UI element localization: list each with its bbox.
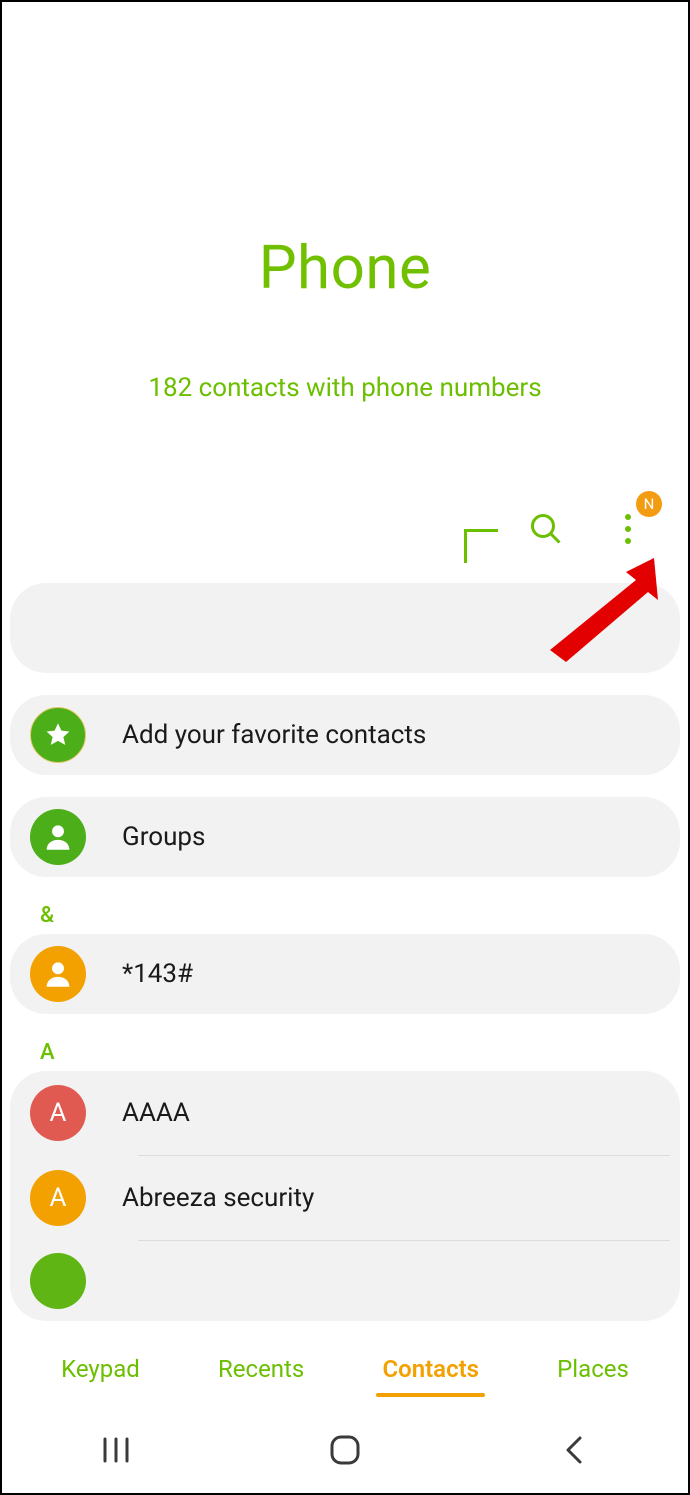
contact-name: Abreeza security <box>122 1183 314 1213</box>
contact-row-partial[interactable] <box>10 1241 680 1321</box>
tab-recents[interactable]: Recents <box>212 1347 310 1391</box>
header: Phone 182 contacts with phone numbers <box>2 2 688 403</box>
tab-contacts[interactable]: Contacts <box>376 1347 485 1391</box>
contact-row-aaaa[interactable]: A AAAA <box>10 1071 680 1155</box>
contacts-count: 182 contacts with phone numbers <box>2 373 688 403</box>
contact-row-abreeza[interactable]: A Abreeza security <box>10 1156 680 1240</box>
contacts-list[interactable]: Add your favorite contacts Groups & *143… <box>2 583 688 1321</box>
contact-row-143[interactable]: *143# <box>10 934 680 1014</box>
system-nav-bar <box>2 1407 688 1493</box>
avatar-initial: A <box>30 1170 86 1226</box>
back-icon <box>561 1435 587 1465</box>
person-icon <box>30 809 86 865</box>
contacts-group-a: A AAAA A Abreeza security <box>10 1071 680 1321</box>
contact-name: *143# <box>122 959 193 989</box>
section-header-amp: & <box>2 899 688 934</box>
groups-card[interactable]: Groups <box>10 797 680 877</box>
more-options-button[interactable]: N <box>608 509 648 549</box>
home-icon <box>328 1433 362 1467</box>
add-contact-button[interactable] <box>444 509 484 549</box>
home-button[interactable] <box>315 1430 375 1470</box>
recent-apps-button[interactable] <box>86 1430 146 1470</box>
recent-apps-icon <box>101 1437 131 1463</box>
kebab-icon <box>625 514 631 544</box>
action-bar: N <box>2 499 688 559</box>
phone-screen: Phone 182 contacts with phone numbers N <box>0 0 690 1495</box>
contact-name: AAAA <box>122 1098 190 1128</box>
app-title: Phone <box>2 232 688 303</box>
my-profile-card[interactable] <box>10 583 680 673</box>
search-icon <box>528 511 564 547</box>
tab-places[interactable]: Places <box>551 1347 635 1391</box>
tab-keypad[interactable]: Keypad <box>55 1347 146 1391</box>
avatar-initial <box>30 1253 86 1309</box>
section-header-a: A <box>2 1036 688 1071</box>
favorites-label: Add your favorite contacts <box>122 720 426 750</box>
search-button[interactable] <box>526 509 566 549</box>
bottom-tabs: Keypad Recents Contacts Places <box>2 1337 688 1407</box>
star-icon <box>30 707 86 763</box>
person-icon <box>30 946 86 1002</box>
avatar-initial: A <box>30 1085 86 1141</box>
groups-label: Groups <box>122 822 205 852</box>
back-button[interactable] <box>544 1430 604 1470</box>
notification-badge: N <box>636 491 662 517</box>
favorites-card[interactable]: Add your favorite contacts <box>10 695 680 775</box>
